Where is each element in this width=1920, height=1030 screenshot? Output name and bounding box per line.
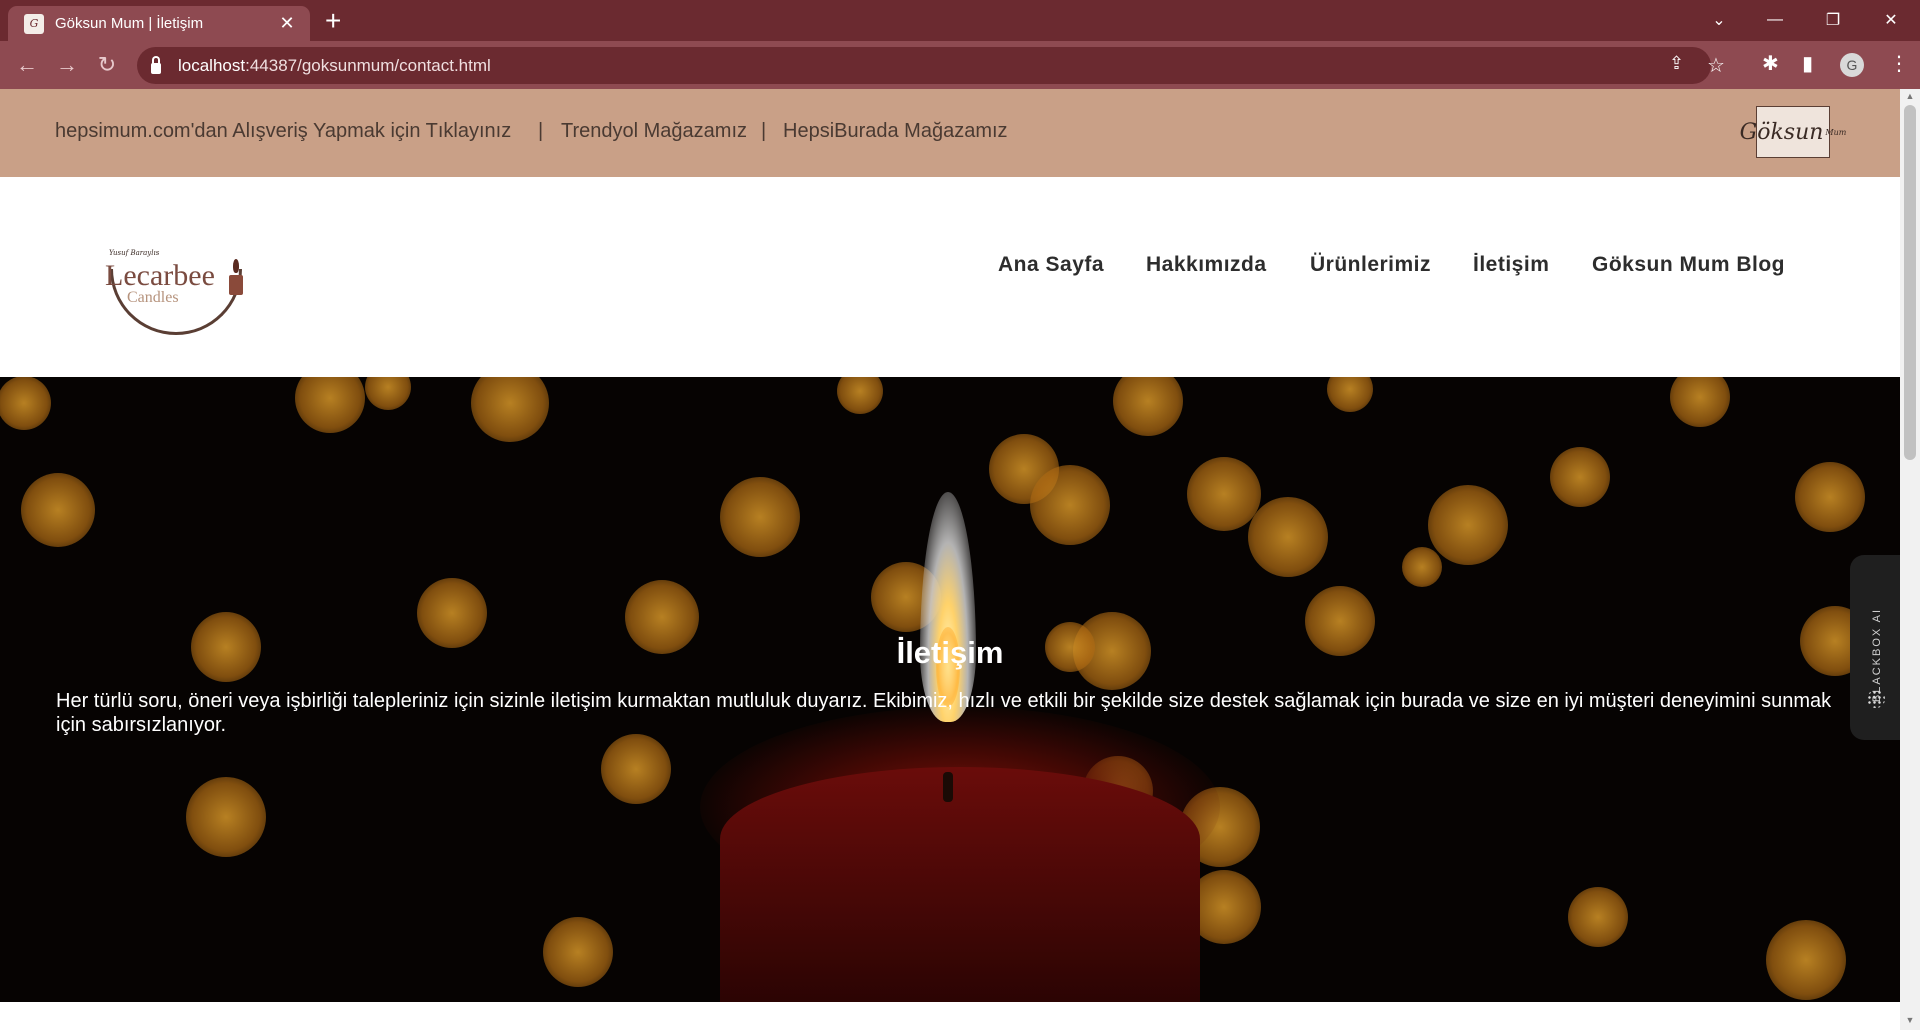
blackbox-ai-widget[interactable]: BLACKBOX AI (1850, 555, 1900, 740)
hero-description: Her türlü soru, öneri veya işbirliği tal… (56, 690, 1832, 736)
bokeh-light (295, 377, 365, 433)
bokeh-light (1030, 465, 1110, 545)
hepsimum-link[interactable]: hepsimum.com'dan Alışveriş Yapmak için T… (55, 120, 511, 143)
tab-close-icon[interactable]: ✕ (276, 13, 298, 34)
bokeh-light (1187, 457, 1261, 531)
blackbox-label: BLACKBOX AI (1871, 607, 1883, 703)
reload-icon[interactable]: ↻ (94, 53, 120, 79)
scrollbar[interactable]: ▲ ▼ (1900, 89, 1920, 1030)
bokeh-light (186, 777, 266, 857)
puzzle-icon[interactable]: ✱ (1762, 51, 1779, 76)
tab-title: Göksun Mum | İletişim (55, 15, 204, 32)
top-link-bar: hepsimum.com'dan Alışveriş Yapmak için T… (0, 89, 1900, 177)
lock-icon[interactable] (151, 55, 161, 74)
share-icon[interactable]: ⇪ (1669, 53, 1684, 74)
bokeh-light (1248, 497, 1328, 577)
profile-avatar[interactable]: G (1840, 53, 1864, 77)
logo-flame-icon (233, 259, 239, 273)
logo-name: Lecarbee (105, 259, 215, 292)
close-window-button[interactable]: ✕ (1868, 0, 1914, 40)
hepsiburada-link[interactable]: HepsiBurada Mağazamız (783, 120, 1008, 143)
bokeh-light (1428, 485, 1508, 565)
favicon-icon: G (24, 13, 44, 34)
address-bar[interactable]: localhost:44387/goksunmum/contact.html ⇪… (137, 47, 1725, 84)
logo-text: Göksun (1739, 119, 1824, 145)
bokeh-light (1568, 887, 1628, 947)
bokeh-light (1766, 920, 1846, 1000)
new-tab-button[interactable]: + (325, 7, 341, 35)
bokeh-light (1795, 462, 1865, 532)
back-icon[interactable]: ← (14, 53, 40, 79)
browser-toolbar: ← → ↻ localhost:44387/goksunmum/contact.… (0, 41, 1920, 89)
link-separator: | (538, 120, 544, 142)
site-header: Yusuf Baraylıs Lecarbee Candles Ana Sayf… (0, 177, 1900, 377)
restore-button[interactable]: ❐ (1810, 0, 1856, 40)
nav-contact[interactable]: İletişim (1473, 253, 1549, 277)
page-viewport: hepsimum.com'dan Alışveriş Yapmak için T… (0, 89, 1900, 1030)
nav-blog[interactable]: Göksun Mum Blog (1592, 253, 1785, 277)
bokeh-light (365, 377, 411, 410)
logo-script: Yusuf Baraylıs (109, 249, 160, 257)
bokeh-light (21, 473, 95, 547)
logo-candle-icon (229, 275, 243, 295)
candle-wick (943, 772, 953, 802)
bokeh-light (1402, 547, 1442, 587)
bokeh-light (0, 377, 51, 430)
browser-tabstrip: G Göksun Mum | İletişim ✕ + ⌄ — ❐ ✕ (0, 0, 1920, 41)
site-logo[interactable]: Yusuf Baraylıs Lecarbee Candles (105, 249, 250, 339)
bokeh-light (1550, 447, 1610, 507)
minimize-button[interactable]: — (1752, 0, 1798, 40)
logo-small-text: Mum (1825, 127, 1847, 137)
blackbox-logo-icon (1867, 690, 1885, 708)
goksun-logo[interactable]: Göksun Mum (1740, 106, 1846, 158)
bokeh-light (720, 477, 800, 557)
scroll-thumb[interactable] (1904, 105, 1916, 460)
kebab-menu-icon[interactable]: ⋮ (1889, 51, 1909, 76)
bokeh-light (543, 917, 613, 987)
forward-icon[interactable]: → (54, 53, 80, 79)
logo-sub: Candles (127, 289, 179, 306)
bokeh-light (601, 734, 671, 804)
star-icon[interactable]: ☆ (1707, 53, 1725, 78)
nav-about[interactable]: Hakkımızda (1146, 253, 1267, 277)
nav-products[interactable]: Ürünlerimiz (1310, 253, 1431, 277)
bokeh-light (1670, 377, 1730, 427)
trendyol-link[interactable]: Trendyol Mağazamız (561, 120, 747, 143)
browser-tab[interactable]: G Göksun Mum | İletişim ✕ (8, 6, 310, 41)
scroll-down-icon[interactable]: ▼ (1905, 1015, 1915, 1025)
page-title: İletişim (896, 635, 1004, 670)
link-separator: | (761, 120, 767, 142)
scroll-up-icon[interactable]: ▲ (1905, 91, 1915, 101)
bokeh-light (1327, 377, 1373, 412)
bokeh-light (1113, 377, 1183, 436)
hero-banner: İletişim Her türlü soru, öneri veya işbi… (0, 377, 1900, 1002)
candle-image (720, 767, 1200, 1002)
bokeh-light (837, 377, 883, 414)
bokeh-light (471, 377, 549, 442)
side-panel-icon[interactable]: ▮ (1802, 51, 1813, 76)
nav-home[interactable]: Ana Sayfa (998, 253, 1104, 277)
tab-search-button[interactable]: ⌄ (1696, 0, 1742, 40)
url-text[interactable]: localhost:44387/goksunmum/contact.html (178, 56, 491, 76)
